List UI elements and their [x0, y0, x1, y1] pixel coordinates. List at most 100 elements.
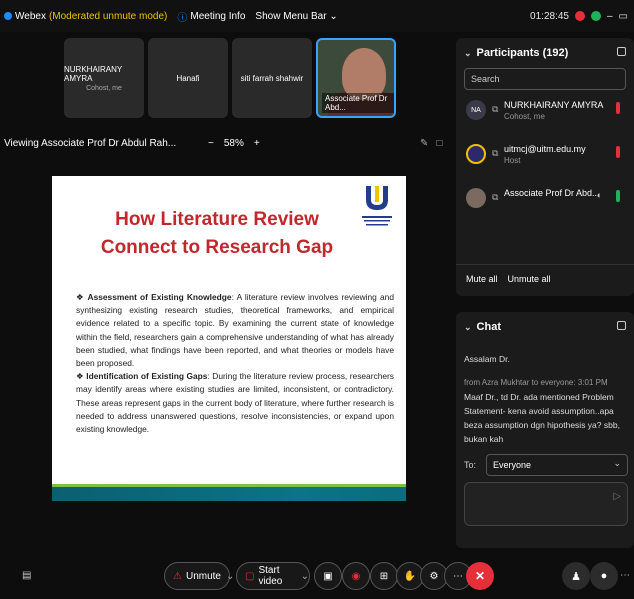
captions-icon[interactable]: ▤	[22, 570, 31, 581]
meeting-timer: 01:28:45	[530, 10, 569, 22]
view-options: ✎ □	[420, 138, 442, 149]
participant-row[interactable]: ⧉ Associate Prof Dr Abd... ◐	[456, 182, 634, 222]
tile-name: siti farrah shahwir	[240, 73, 304, 83]
meeting-controls: ▤ ⚠ Unmute ⌄ ▢ Start video ⌄ ▣ ◉ ⊞ ✋ ⚙ ⋯…	[0, 556, 634, 596]
participant-role: Cohost, me	[504, 112, 545, 121]
participant-actions: Mute all Unmute all	[466, 274, 551, 284]
minimize-icon[interactable]: –	[607, 11, 613, 22]
video-tile-active-speaker[interactable]: Associate Prof Dr Abd...	[316, 38, 396, 118]
tile-name: NURKHAIRANY AMYRA	[64, 64, 123, 83]
show-menu-bar-label: Show Menu Bar	[255, 10, 327, 22]
participants-button[interactable]: ♟	[562, 562, 590, 590]
active-mic-icon[interactable]	[616, 190, 620, 202]
muted-mic-icon: ⚠	[173, 570, 182, 582]
muted-mic-icon[interactable]	[616, 146, 620, 158]
chat-icon: ●	[600, 570, 608, 582]
participant-row[interactable]: ⧉ uitmcj@uitm.edu.my Host	[456, 138, 634, 178]
participants-header[interactable]: ⌄ Participants (192)	[456, 38, 634, 68]
more-panels-icon[interactable]: ⋯	[620, 570, 630, 581]
layout-icon[interactable]: □	[436, 138, 442, 149]
slide-title: How Literature Review Connect to Researc…	[100, 209, 334, 258]
video-tile[interactable]: Hanafi	[148, 38, 228, 118]
bullet-heading: Identification of Existing Gaps	[86, 371, 208, 382]
leave-meeting-button[interactable]: ✕	[466, 562, 494, 590]
annotate-icon[interactable]: ✎	[420, 138, 428, 149]
chat-button[interactable]: ●	[590, 562, 618, 590]
meeting-info-button[interactable]: ⓘ Meeting Info	[177, 9, 245, 24]
bullet-identification: ❖ Identification of Existing Gaps: Durin…	[76, 371, 394, 435]
chat-message-input[interactable]: ▷	[464, 482, 628, 526]
unmute-label: Unmute	[185, 570, 221, 582]
share-icon: ◐	[596, 190, 602, 200]
record-button[interactable]: ◉	[342, 562, 370, 590]
unmute-button[interactable]: ⚠ Unmute ⌄	[164, 562, 234, 590]
participant-name: Associate Prof Dr Abd...	[504, 188, 600, 198]
pop-out-icon[interactable]	[617, 47, 626, 56]
recipient-value: Everyone	[493, 460, 532, 470]
chat-panel: ⌄ Chat Assalam Dr. from Azra Mukhtar to …	[456, 312, 634, 548]
video-tile[interactable]: siti farrah shahwir	[232, 38, 312, 118]
zoom-level: 58%	[223, 138, 244, 149]
slide-body: ❖ Assessment of Existing Knowledge: A li…	[76, 291, 394, 436]
viewing-label: Viewing Associate Prof Dr Abdul Rah...	[4, 138, 177, 149]
record-icon: ◉	[351, 570, 361, 582]
tile-role: Cohost, me	[86, 84, 122, 92]
share-button[interactable]: ▣	[314, 562, 342, 590]
chevron-down-icon[interactable]: ⌄	[301, 571, 309, 582]
tile-name: Associate Prof Dr Abd...	[322, 93, 394, 113]
bullet-assessment: ❖ Assessment of Existing Knowledge: A li…	[76, 292, 394, 369]
recording-icon[interactable]	[574, 11, 585, 21]
mode-label: (Moderated unmute mode)	[48, 10, 168, 22]
start-video-button[interactable]: ▢ Start video ⌄	[236, 562, 310, 590]
participant-role: Host	[504, 156, 521, 165]
avatar	[466, 188, 486, 208]
avatar: NA	[466, 100, 486, 120]
apps-button[interactable]: ⊞	[370, 562, 398, 590]
webex-logo-icon	[4, 12, 12, 20]
show-menu-bar-button[interactable]: Show Menu Bar ⌄	[255, 11, 337, 22]
send-icon[interactable]: ▷	[613, 491, 621, 502]
bullet-heading: Assessment of Existing Knowledge	[87, 292, 232, 302]
mute-all-button[interactable]: Mute all	[466, 274, 498, 284]
start-video-label: Start video	[258, 565, 283, 587]
meeting-info-label: Meeting Info	[190, 10, 246, 22]
chat-message: Assalam Dr.	[464, 354, 510, 364]
apps-icon: ⊞	[379, 570, 389, 582]
participant-row[interactable]: NA ⧉ NURKHAIRANY AMYRA Cohost, me	[456, 94, 634, 134]
chat-title: Chat	[476, 321, 501, 333]
close-icon: ✕	[474, 569, 486, 583]
chevron-down-icon[interactable]: ⌄	[226, 571, 234, 582]
participants-panel: ⌄ Participants (192) Search NA ⧉ NURKHAI…	[456, 38, 634, 296]
more-icon: ⋯	[453, 570, 463, 582]
participants-search-input[interactable]: Search	[464, 68, 626, 90]
chat-message-meta: from Azra Mukhtar to everyone: 3:01 PM	[464, 378, 608, 387]
app-name: Webex	[15, 10, 46, 22]
video-tile[interactable]: NURKHAIRANY AMYRA Cohost, me	[64, 38, 144, 118]
participant-name: uitmcj@uitm.edu.my	[504, 144, 586, 154]
footer-band	[52, 484, 406, 487]
pop-out-icon[interactable]	[617, 321, 626, 330]
chat-header[interactable]: ⌄ Chat	[456, 312, 634, 342]
participants-icon: ♟	[571, 570, 581, 583]
divider	[456, 264, 634, 265]
recipient-select[interactable]: Everyone ⌄	[486, 454, 628, 476]
audio-icon: ⧉	[492, 104, 499, 114]
slide-footer	[52, 484, 406, 501]
avatar	[466, 144, 486, 164]
tile-name: Hanafi	[176, 73, 200, 83]
chat-recipient: To: Everyone ⌄	[464, 454, 628, 476]
chevron-down-icon[interactable]: ⌄	[464, 48, 472, 59]
restore-icon[interactable]: ▭	[619, 11, 628, 22]
video-off-icon: ▢	[245, 570, 255, 582]
connection-status-icon[interactable]	[590, 11, 601, 21]
zoom-in-button[interactable]: +	[254, 138, 260, 149]
zoom-out-button[interactable]: −	[208, 138, 214, 149]
to-label: To:	[464, 460, 477, 470]
muted-mic-icon[interactable]	[616, 102, 620, 114]
search-placeholder: Search	[471, 74, 500, 84]
unmute-all-button[interactable]: Unmute all	[508, 274, 551, 284]
shared-slide: How Literature Review Connect to Researc…	[52, 176, 406, 501]
chat-message: Maaf Dr., td Dr. ada mentioned Problem S…	[464, 392, 620, 444]
chevron-down-icon[interactable]: ⌄	[464, 322, 472, 333]
share-icon: ▣	[323, 570, 333, 582]
